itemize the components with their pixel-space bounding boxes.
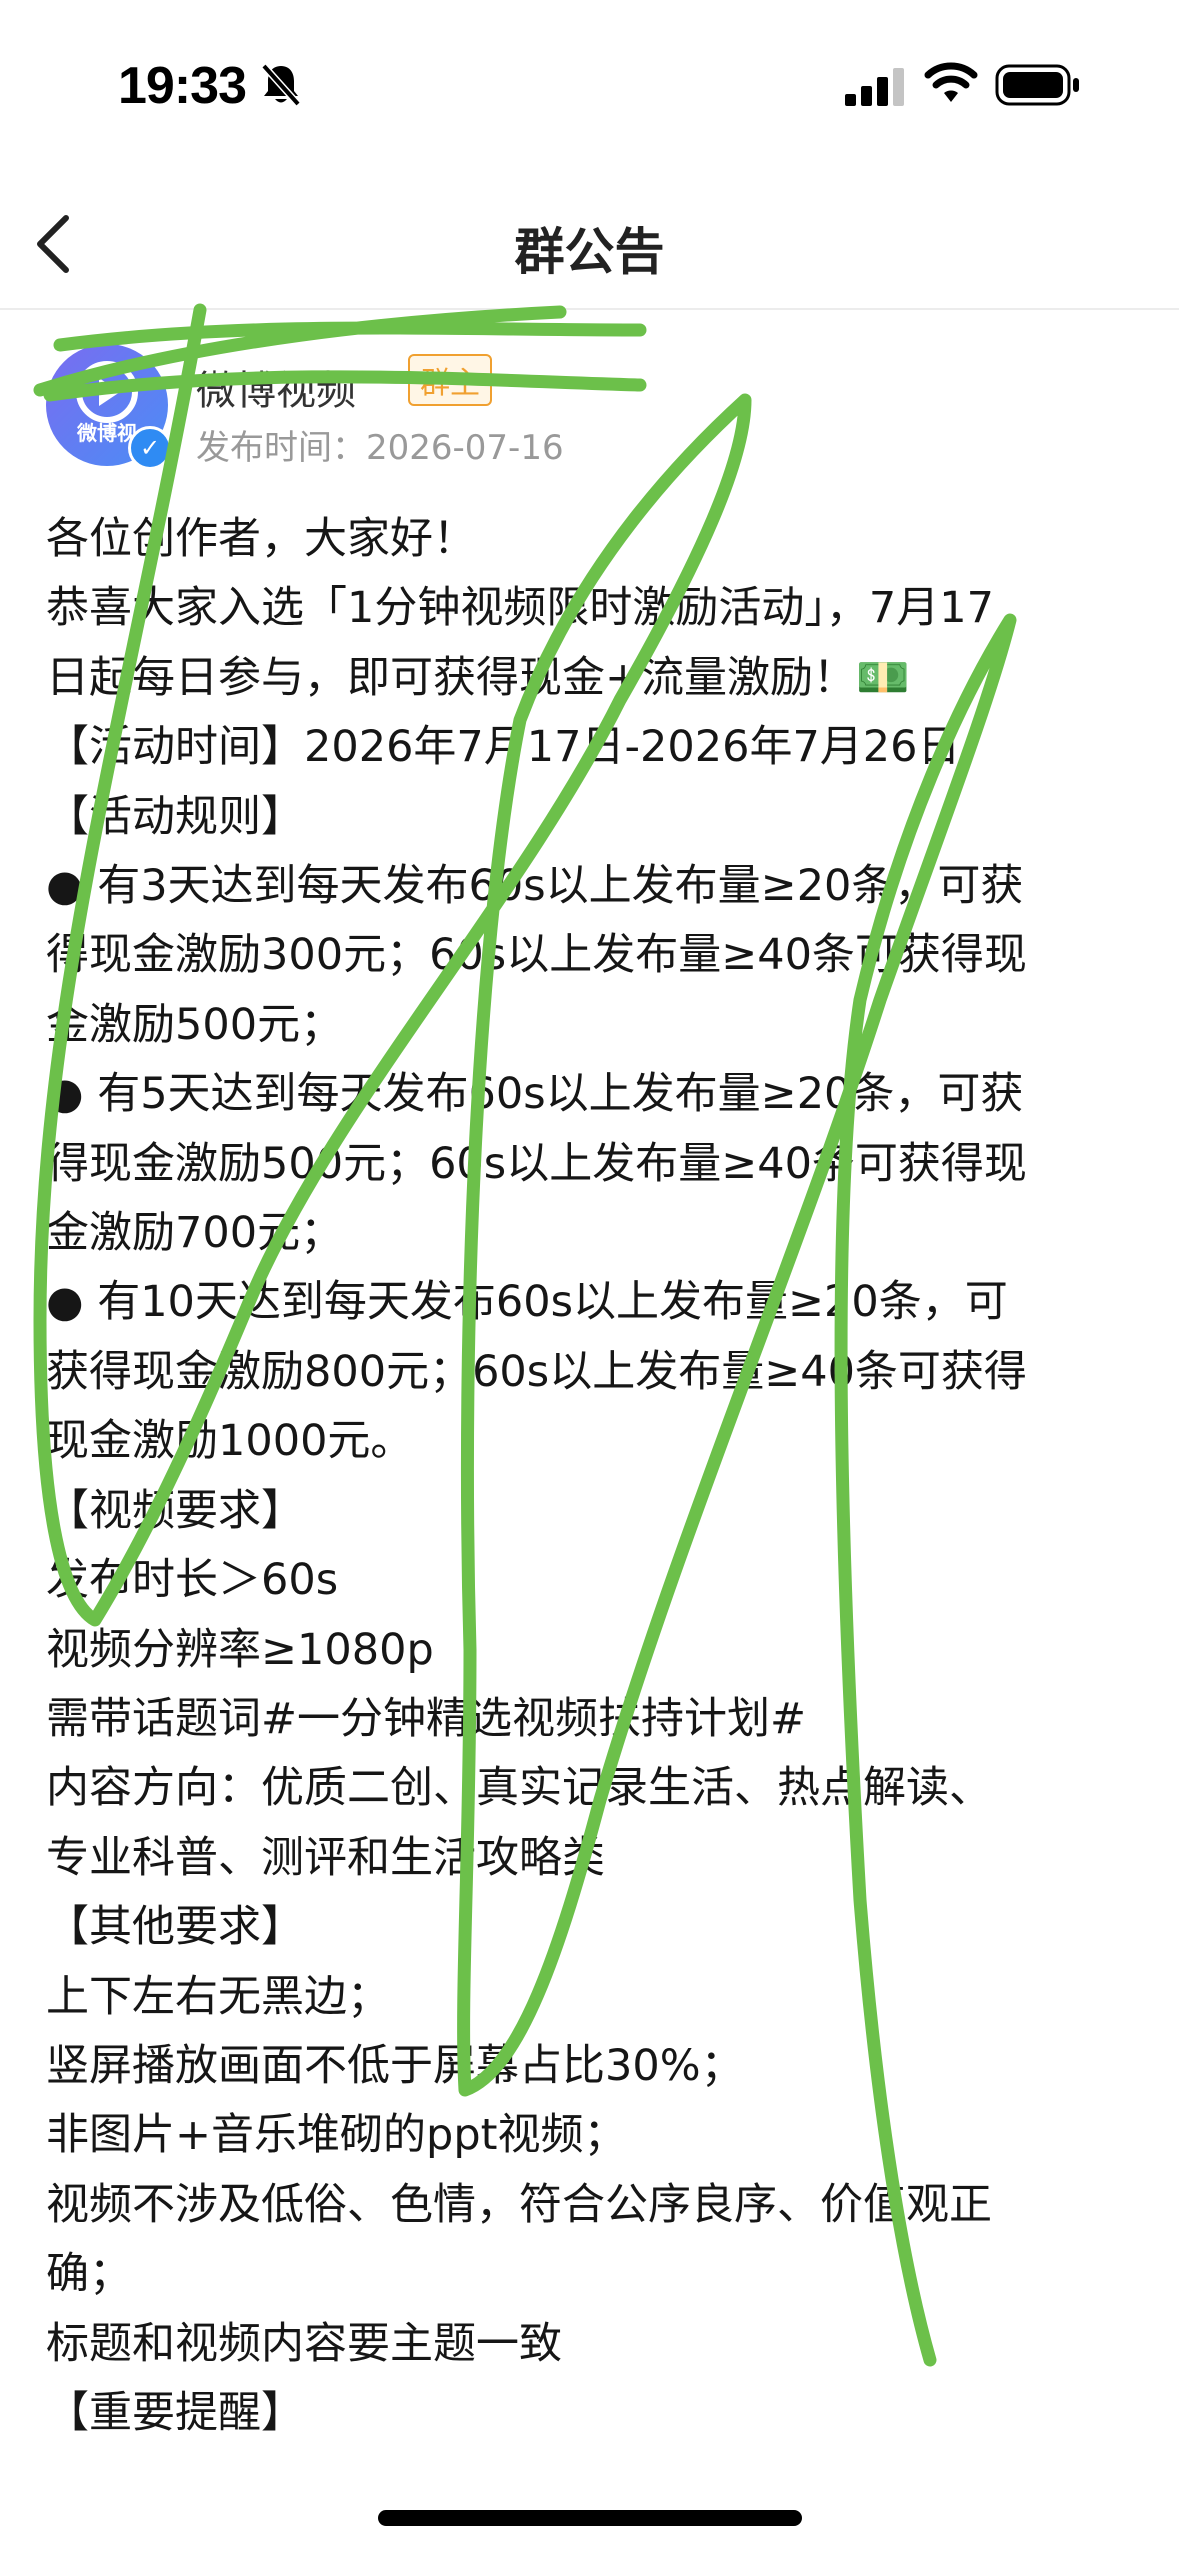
status-bar: 19:33 <box>0 0 1179 170</box>
content-line: 需带话题词#一分钟精选视频扶持计划# <box>46 1693 807 1744</box>
home-indicator[interactable] <box>378 2510 802 2526</box>
content-line: 非图片+音乐堆砌的ppt视频； <box>46 2110 627 2161</box>
content-line: ● 有5天达到每天发布60s以上发布量≥20条，可获 <box>46 1069 1024 1120</box>
author-row: 微博视 ✓ 微博视频 群主 发布时间：2026-07-16 <box>0 330 1179 470</box>
nav-bar: 群公告 <box>0 190 1179 310</box>
content-line: ● 有10天达到每天发布60s以上发布量≥20条，可 <box>46 1277 1008 1328</box>
page-title: 群公告 <box>514 223 665 281</box>
content-line: 视频不涉及低俗、色情，符合公序良序、价值观正 <box>46 2179 992 2230</box>
wifi-icon <box>924 62 978 102</box>
battery-icon <box>995 64 1079 106</box>
owner-badge: 群主 <box>408 354 492 406</box>
status-time: 19:33 <box>118 57 247 115</box>
content-line: 金激励700元； <box>46 1208 344 1259</box>
content-line: 日起每日参与，即可获得现金+流量激励！💵 <box>46 652 910 703</box>
signal-icon <box>845 68 904 106</box>
content-line: 【重要提醒】 <box>46 2387 304 2438</box>
content-line: ● 有3天达到每天发布60s以上发布量≥20条，可获 <box>46 861 1024 912</box>
announcement-content: 各位创作者，大家好！ 恭喜大家入选「1分钟视频限时激励活动」，7月17 日起每日… <box>46 505 1146 2448</box>
content-line: 获得现金激励800元；60s以上发布量≥40条可获得 <box>46 1346 1027 1397</box>
content-line: 恭喜大家入选「1分钟视频限时激励活动」，7月17 <box>46 583 994 634</box>
bell-off-icon <box>261 63 301 107</box>
content-line: 各位创作者，大家好！ <box>46 514 476 564</box>
content-line: 【视频要求】 <box>46 1485 304 1536</box>
content-line: 现金激励1000元。 <box>46 1416 414 1467</box>
content-line: 得现金激励500元；60s以上发布量≥40条可获得现 <box>46 1138 1027 1189</box>
content-line: 得现金激励300元；60s以上发布量≥40条可获得现 <box>46 930 1027 981</box>
content-line: 确； <box>46 2249 132 2300</box>
content-line: 视频分辨率≥1080p <box>46 1624 434 1675</box>
content-line: 专业科普、测评和生活攻略类 <box>46 1832 605 1883</box>
content-line: 金激励500元； <box>46 999 344 1050</box>
content-line: 【其他要求】 <box>46 1902 304 1953</box>
publish-time: 发布时间：2026-07-16 <box>196 428 564 468</box>
content-line: 【活动规则】 <box>46 791 304 842</box>
content-line: 内容方向：优质二创、真实记录生活、热点解读、 <box>46 1763 992 1814</box>
author-name[interactable]: 微博视频 <box>196 358 356 416</box>
content-line: 上下左右无黑边； <box>46 1971 390 2022</box>
verified-icon: ✓ <box>128 426 172 470</box>
content-line: 发布时长＞60s <box>46 1555 339 1606</box>
content-line: 【活动时间】2026年7月17日-2026年7月26日 <box>46 722 961 773</box>
content-line: 竖屏播放画面不低于屏幕占比30%； <box>46 2040 744 2091</box>
content-line: 标题和视频内容要主题一致 <box>46 2318 562 2369</box>
